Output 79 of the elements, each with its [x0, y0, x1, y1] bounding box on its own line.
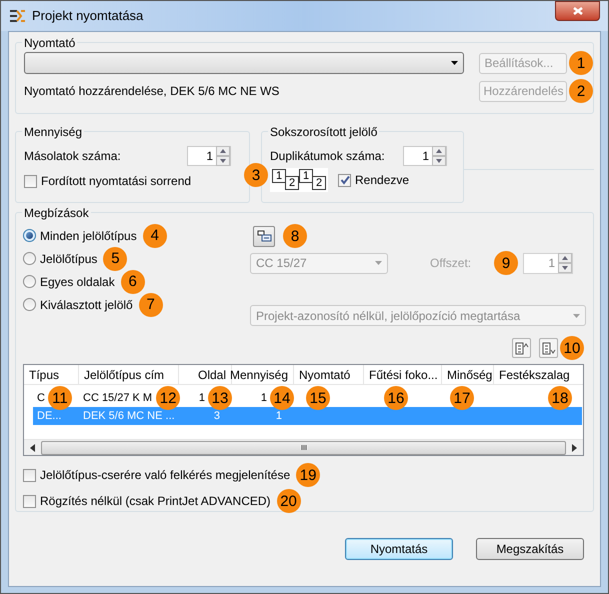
number-badge: 4 — [142, 224, 167, 248]
column-header[interactable]: Fűtési foko... — [364, 365, 442, 384]
table-cell-text: CC 15/27 K M — [83, 390, 152, 406]
column-header[interactable]: Minőség — [442, 365, 494, 384]
checkbox[interactable]: Rendezve — [338, 171, 410, 189]
printer-assignment-text: Nyomtató hozzárendelése, DEK 5/6 MC NE WS — [24, 83, 280, 100]
number-badge: 6 — [120, 270, 145, 294]
column-header[interactable]: Típus — [24, 365, 79, 384]
duplicates-label: Duplikátumok száma: — [270, 148, 385, 165]
column-header[interactable]: Nyomtató — [294, 365, 364, 384]
move-down-button[interactable] — [539, 338, 558, 358]
printer-dropdown[interactable] — [24, 52, 464, 74]
grip-icon — [300, 444, 306, 451]
number-badge: 20 — [276, 489, 301, 513]
number-badge: 14 — [270, 386, 294, 410]
copies-spinbox[interactable]: 1 — [187, 146, 231, 166]
marker-layout-icon — [256, 229, 272, 243]
number-badge: 10 — [560, 336, 584, 360]
number-badge: 13 — [208, 386, 232, 410]
table-cell-text: 1 — [260, 390, 267, 406]
offset-label: Offszet: — [430, 255, 472, 272]
number-badge: 16 — [384, 386, 408, 410]
radio-label[interactable]: Jelölőtípus — [40, 250, 98, 268]
scroll-left-icon — [30, 444, 35, 452]
column-header[interactable]: Mennyiség — [232, 365, 294, 384]
close-icon — [572, 6, 584, 16]
list-icon — [542, 342, 556, 354]
print-button[interactable]: Nyomtatás — [345, 538, 453, 560]
close-button[interactable] — [555, 1, 600, 21]
number-badge: 9 — [494, 251, 518, 275]
assign-marker-button[interactable] — [253, 226, 275, 246]
horizontal-scrollbar[interactable] — [24, 439, 583, 455]
column-header[interactable]: Jelölőtípus cím — [79, 365, 179, 384]
checkbox[interactable]: Fordított nyomtatási sorrend — [24, 172, 241, 190]
page-number: 2 — [285, 176, 299, 190]
number-badge: 7 — [138, 292, 163, 316]
app-logo-icon — [9, 8, 26, 24]
dropdown-arrow-icon — [450, 61, 458, 65]
scroll-right-icon — [572, 444, 577, 452]
number-badge: 5 — [103, 246, 128, 270]
number-badge: 1 — [569, 51, 593, 75]
table-cell-text: DE... — [37, 408, 62, 424]
number-badge: 19 — [296, 463, 320, 487]
table-cell-text: 1 — [276, 408, 282, 424]
column-header[interactable]: Festékszalag — [494, 365, 583, 384]
page-number: 1 — [299, 169, 313, 183]
checkbox[interactable]: Rögzítés nélkül (csak PrintJet ADVANCED) — [23, 492, 271, 510]
table-cell-text: C — [37, 390, 45, 406]
radio-label[interactable]: Egyes oldalak — [40, 272, 115, 290]
list-icon — [514, 342, 528, 354]
duplicates-spinbox[interactable]: 1 — [403, 146, 447, 166]
number-badge: 11 — [48, 386, 72, 410]
dropdown-arrow-icon — [375, 261, 382, 265]
number-badge: 17 — [450, 386, 474, 410]
number-badge: 2 — [569, 79, 593, 103]
spin-arrows-icon — [432, 146, 446, 166]
dropdown-arrow-icon — [573, 314, 580, 318]
number-badge: 8 — [283, 224, 307, 248]
column-header[interactable]: Oldal — [179, 365, 232, 384]
number-badge: 12 — [156, 386, 180, 410]
page-number: 1 — [272, 169, 286, 183]
number-badge: 15 — [306, 386, 330, 410]
page-number: 2 — [312, 176, 326, 190]
number-badge: 18 — [548, 386, 572, 410]
cancel-button[interactable]: Megszakítás — [476, 538, 584, 560]
check-icon — [340, 175, 350, 185]
table-cell-text: 3 — [214, 408, 220, 424]
spin-arrows-icon — [216, 146, 230, 166]
table-cell-text: 1 — [198, 390, 205, 406]
number-badge: 3 — [244, 163, 268, 187]
checkbox[interactable]: Jelölőtípus-cserére való felkérés megjelenítése — [23, 466, 290, 484]
radio-circle[interactable] — [23, 229, 36, 242]
copies-label: Másolatok száma: — [24, 148, 121, 165]
radio-label[interactable]: Kiválasztott jelölő — [40, 296, 133, 314]
radio-label[interactable]: Minden jelölőtípus — [40, 226, 137, 244]
spin-arrows-icon — [558, 253, 572, 273]
window-title: Projekt nyomtatása — [32, 7, 144, 26]
move-up-button[interactable] — [512, 338, 531, 358]
table-cell-text: DEK 5/6 MC NE ... — [83, 408, 175, 424]
